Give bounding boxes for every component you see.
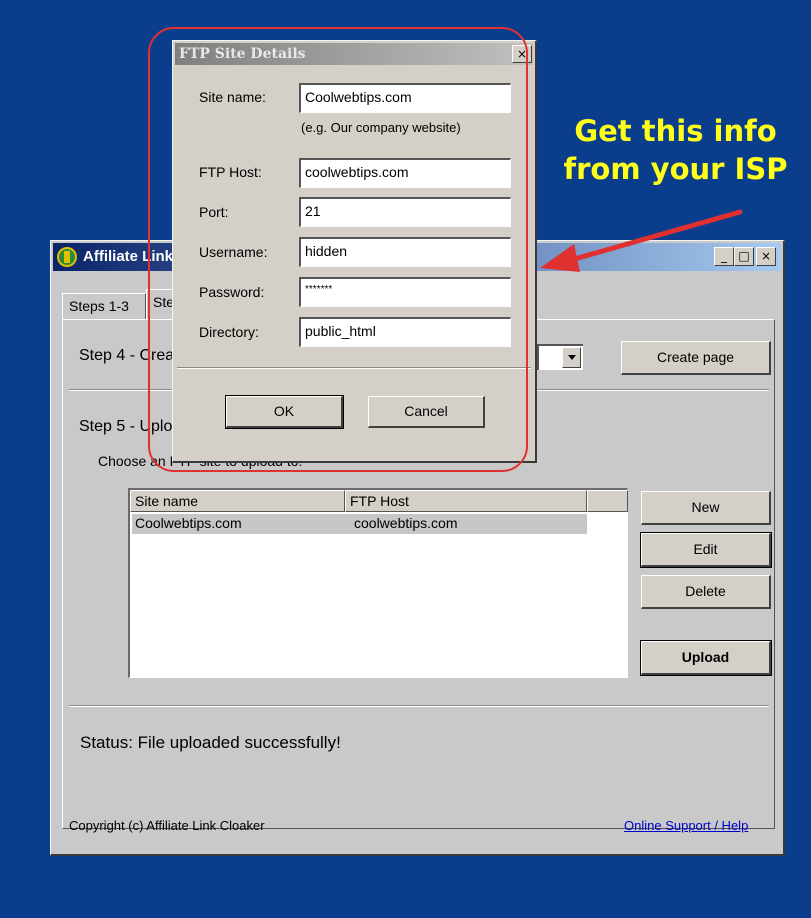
- status-text: Status: File uploaded successfully!: [80, 733, 341, 752]
- dialog-title: FTP Site Details: [179, 46, 306, 62]
- dialog-title-bar[interactable]: FTP Site Details ×: [175, 43, 533, 65]
- app-icon: [57, 247, 77, 267]
- site-name-hint: (e.g. Our company website): [301, 120, 461, 135]
- site-name-field[interactable]: Coolwebtips.com: [299, 83, 511, 113]
- edit-button[interactable]: Edit: [640, 532, 772, 568]
- column-header-site-name[interactable]: Site name: [130, 490, 345, 512]
- directory-field[interactable]: public_html: [299, 317, 511, 347]
- directory-label: Directory:: [199, 324, 259, 340]
- ftp-site-list[interactable]: Site name FTP Host Coolwebtips.com coolw…: [128, 488, 628, 678]
- close-button[interactable]: ×: [756, 247, 776, 266]
- password-label: Password:: [199, 284, 265, 300]
- online-support-link[interactable]: Online Support / Help: [624, 818, 748, 833]
- upload-button[interactable]: Upload: [640, 640, 772, 676]
- site-name-label: Site name:: [199, 89, 266, 105]
- table-row[interactable]: Coolwebtips.com coolwebtips.com: [132, 514, 587, 534]
- callout-line-1: Get this info: [574, 114, 777, 148]
- port-label: Port:: [199, 204, 229, 220]
- divider: [69, 705, 769, 707]
- dropdown-arrow-button[interactable]: [562, 347, 581, 368]
- template-select[interactable]: [537, 344, 583, 370]
- callout-text: Get this info from your ISP: [548, 112, 803, 188]
- copyright-text: Copyright (c) Affiliate Link Cloaker: [69, 818, 265, 833]
- cell-ftp-host: coolwebtips.com: [354, 515, 458, 531]
- ftp-host-field[interactable]: coolwebtips.com: [299, 158, 511, 188]
- tab-steps-1-3[interactable]: Steps 1-3: [62, 293, 146, 319]
- chevron-down-icon: [567, 355, 576, 360]
- username-field[interactable]: hidden: [299, 237, 511, 267]
- column-header-ftp-host[interactable]: FTP Host: [345, 490, 587, 512]
- cancel-button[interactable]: Cancel: [368, 396, 485, 428]
- divider: [177, 367, 531, 369]
- ftp-host-label: FTP Host:: [199, 164, 262, 180]
- ftp-site-details-dialog: FTP Site Details × Site name: Coolwebtip…: [172, 40, 537, 463]
- callout-line-2: from your ISP: [563, 152, 788, 186]
- annotation-arrow: [540, 209, 743, 272]
- dialog-close-button[interactable]: ×: [512, 45, 532, 63]
- port-field[interactable]: 21: [299, 197, 511, 227]
- column-header-extra[interactable]: [587, 490, 628, 512]
- create-page-button[interactable]: Create page: [621, 341, 771, 375]
- close-icon: ×: [516, 47, 528, 61]
- delete-button[interactable]: Delete: [641, 575, 771, 609]
- username-label: Username:: [199, 244, 268, 260]
- cell-site-name: Coolwebtips.com: [135, 515, 242, 531]
- ok-button[interactable]: OK: [225, 395, 344, 429]
- new-button[interactable]: New: [641, 491, 771, 525]
- password-field[interactable]: *******: [299, 277, 511, 307]
